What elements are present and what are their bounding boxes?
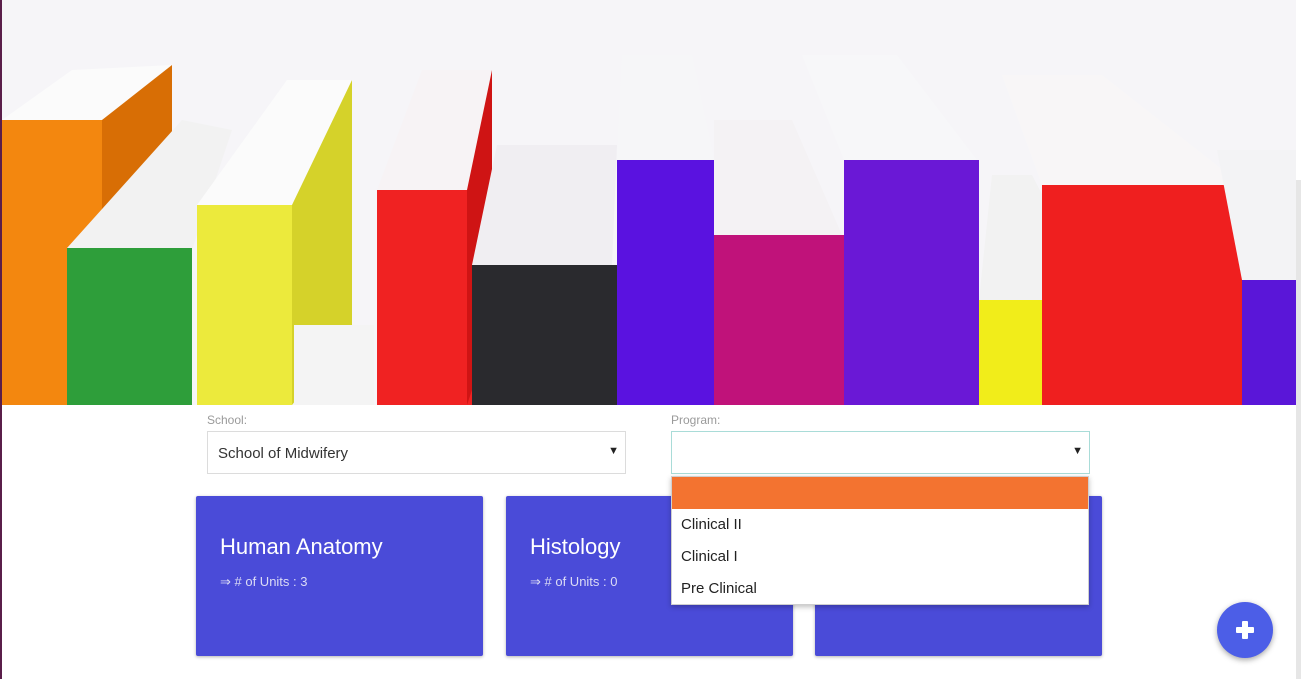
chevron-down-icon: ▼ bbox=[1072, 445, 1083, 457]
school-label: School: bbox=[207, 413, 248, 427]
school-select[interactable]: School of Midwifery ▼ bbox=[207, 431, 626, 474]
program-option-empty[interactable] bbox=[672, 477, 1088, 509]
school-select-value: School of Midwifery bbox=[218, 445, 349, 462]
course-title: Human Anatomy bbox=[220, 534, 383, 559]
course-card-human-anatomy[interactable]: Human Anatomy ⇒ # of Units : 3 bbox=[196, 496, 483, 656]
scrollbar[interactable] bbox=[1296, 180, 1301, 679]
add-button[interactable] bbox=[1217, 602, 1273, 658]
program-dropdown-menu: Clinical II Clinical I Pre Clinical bbox=[671, 476, 1089, 605]
hero-banner-image bbox=[2, 0, 1296, 405]
program-option-clinical-i[interactable]: Clinical I bbox=[672, 541, 1088, 573]
program-label: Program: bbox=[671, 413, 721, 427]
program-option-clinical-ii[interactable]: Clinical II bbox=[672, 509, 1088, 541]
course-units: ⇒ # of Units : 0 bbox=[530, 574, 618, 589]
program-option-pre-clinical[interactable]: Pre Clinical bbox=[672, 573, 1088, 605]
course-units: ⇒ # of Units : 3 bbox=[220, 574, 308, 589]
chevron-down-icon: ▼ bbox=[608, 445, 619, 457]
course-title: Histology bbox=[530, 534, 621, 559]
program-select[interactable]: ▼ bbox=[671, 431, 1090, 474]
